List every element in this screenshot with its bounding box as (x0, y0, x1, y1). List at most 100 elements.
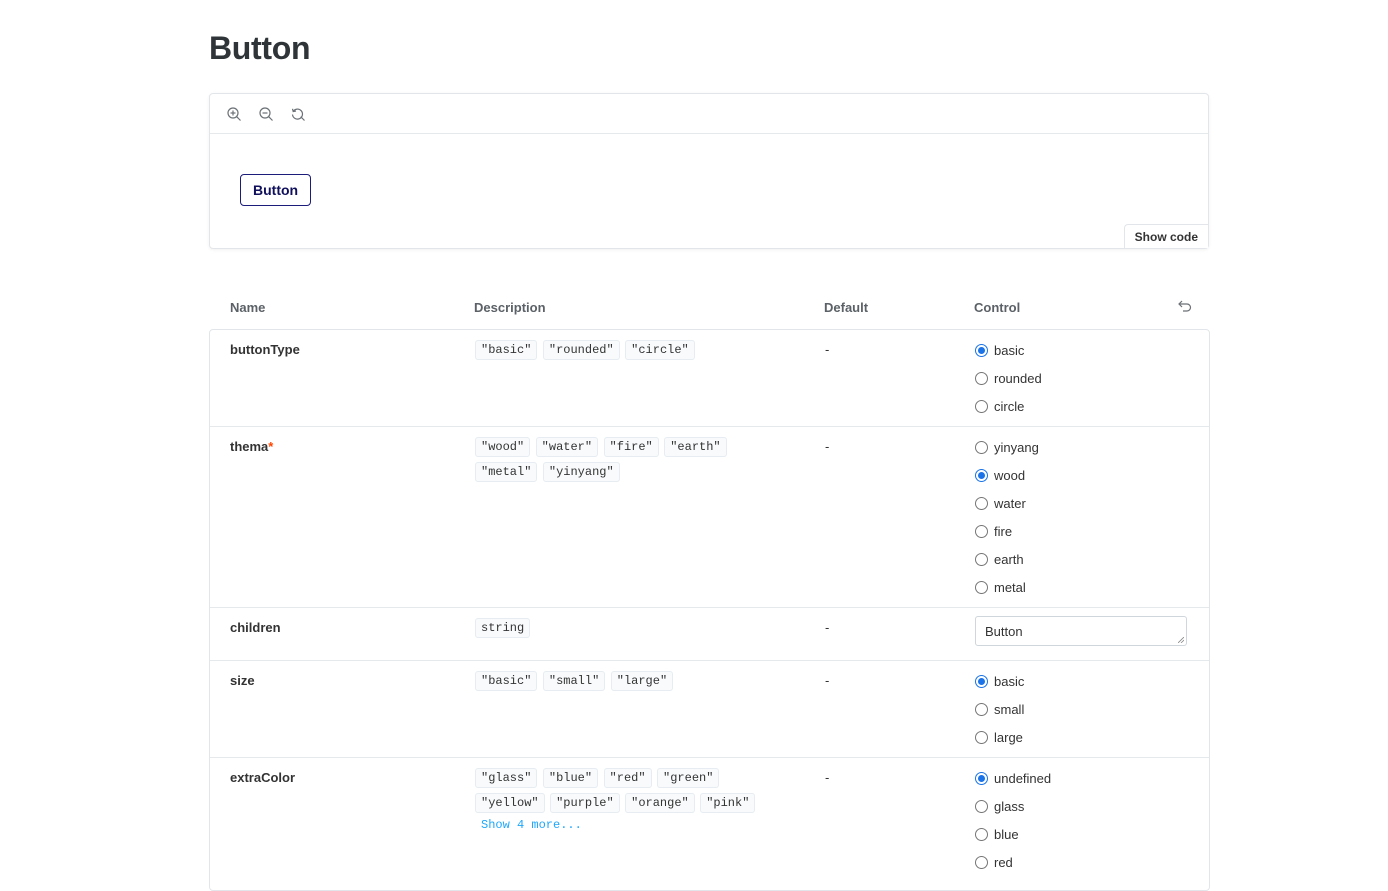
demo-button[interactable]: Button (240, 174, 312, 206)
header-description: Description (474, 300, 546, 315)
radio-label: red (994, 854, 1013, 870)
zoom-in-icon (227, 106, 241, 121)
zoom-out-icon (259, 106, 273, 121)
prop-name-text: extraColor (230, 770, 296, 785)
radio-option[interactable]: large (975, 723, 1024, 751)
type-token: "yinyang" (542, 462, 620, 482)
radio-checked[interactable] (975, 468, 988, 482)
radio-unchecked[interactable] (975, 702, 988, 716)
radio-unchecked[interactable] (975, 440, 988, 454)
radio-label: small (994, 701, 1025, 717)
radio-option[interactable]: small (975, 695, 1024, 723)
radio-unchecked[interactable] (975, 552, 988, 566)
radio-label: rounded (994, 370, 1042, 386)
radio-option[interactable]: circle (975, 392, 1042, 420)
header-name: Name (230, 300, 266, 315)
prop-name: children (230, 620, 281, 635)
radio-option[interactable]: undefined (975, 764, 1051, 792)
radio-option[interactable]: wood (975, 461, 1039, 489)
radio-unchecked[interactable] (975, 399, 988, 413)
radio-unchecked[interactable] (975, 799, 988, 813)
radio-label: basic (994, 342, 1025, 358)
radio-group: undefined glass blue red (975, 770, 1051, 882)
prop-description: "wood" "water" "fire" "earth" "metal" "y… (475, 437, 795, 487)
args-table: buttonType "basic" "rounded" "circle" - … (209, 329, 1210, 891)
preview-toolbar (210, 94, 1208, 134)
radio-label: basic (994, 673, 1025, 689)
radio-checked[interactable] (975, 771, 988, 785)
radio-label: blue (994, 826, 1019, 842)
prop-name-text: thema (230, 439, 269, 454)
radio-label: wood (994, 467, 1026, 483)
type-token: "green" (657, 768, 720, 788)
radio-group: basic rounded circle (975, 342, 1042, 426)
radio-option[interactable]: glass (975, 792, 1051, 820)
resize-grip-icon[interactable] (1178, 637, 1184, 643)
radio-option[interactable]: fire (975, 517, 1039, 545)
radio-label: earth (994, 551, 1024, 567)
type-token: "pink" (700, 793, 756, 813)
type-token: "fire" (603, 437, 659, 457)
show-code-button[interactable]: Show code (1123, 224, 1208, 248)
radio-unchecked[interactable] (975, 580, 988, 594)
radio-unchecked[interactable] (975, 371, 988, 385)
reset-zoom-button[interactable] (287, 103, 309, 125)
radio-group: yinyang wood water fire earth metal (975, 439, 1039, 607)
radio-checked[interactable] (975, 343, 988, 357)
radio-label: circle (994, 398, 1025, 414)
radio-label: fire (994, 523, 1013, 539)
radio-option[interactable]: rounded (975, 364, 1042, 392)
zoom-in-button[interactable] (223, 103, 245, 125)
children-textarea[interactable]: Button (975, 616, 1187, 646)
textarea-value: Button (985, 623, 1023, 639)
radio-option[interactable]: earth (975, 545, 1039, 573)
required-marker: * (268, 439, 274, 454)
type-token: "blue" (542, 768, 599, 788)
radio-unchecked[interactable] (975, 524, 988, 538)
radio-unchecked[interactable] (975, 730, 988, 744)
show-more-link[interactable]: Show 4 more... (475, 818, 795, 832)
type-token: "basic" (475, 671, 538, 691)
header-default: Default (824, 300, 869, 315)
type-token: "large" (610, 671, 674, 691)
prop-name-text: size (230, 673, 255, 688)
radio-unchecked[interactable] (975, 496, 988, 510)
table-row: thema* "wood" "water" "fire" "earth" "me… (210, 427, 1209, 608)
args-table-header: Name Description Default Control (209, 296, 1209, 320)
zoom-out-button[interactable] (255, 103, 277, 125)
radio-label: metal (994, 579, 1026, 595)
undo-icon[interactable] (1177, 298, 1193, 314)
type-token: "orange" (625, 793, 695, 813)
type-token: "basic" (475, 340, 538, 360)
type-token: "yellow" (475, 793, 545, 813)
text-control: Button (975, 616, 1187, 646)
prop-default: - (825, 770, 830, 785)
table-row: children string - Button (210, 608, 1209, 661)
radio-option[interactable]: water (975, 489, 1039, 517)
type-token: "rounded" (542, 340, 620, 360)
radio-option[interactable]: basic (975, 667, 1024, 695)
radio-option[interactable]: metal (975, 573, 1039, 601)
radio-option[interactable]: basic (975, 336, 1042, 364)
radio-unchecked[interactable] (975, 855, 988, 869)
radio-option[interactable]: yinyang (975, 433, 1039, 461)
radio-label: water (994, 495, 1026, 511)
table-row: buttonType "basic" "rounded" "circle" - … (210, 330, 1209, 427)
radio-label: large (994, 729, 1023, 745)
radio-checked[interactable] (975, 674, 988, 688)
radio-label: undefined (994, 770, 1052, 786)
radio-unchecked[interactable] (975, 827, 988, 841)
prop-name-text: buttonType (230, 342, 300, 357)
radio-option[interactable]: blue (975, 820, 1051, 848)
prop-name-text: children (230, 620, 281, 635)
radio-group: basic small large (975, 673, 1024, 757)
prop-default: - (825, 673, 830, 688)
canvas-preview: Button Show code (209, 93, 1209, 249)
type-token: "circle" (625, 340, 695, 360)
radio-label: yinyang (994, 439, 1039, 455)
radio-option[interactable]: red (975, 848, 1051, 876)
type-token: "glass" (475, 768, 538, 788)
prop-name: buttonType (230, 342, 300, 357)
type-token: "purple" (550, 793, 620, 813)
prop-name: size (230, 673, 255, 688)
